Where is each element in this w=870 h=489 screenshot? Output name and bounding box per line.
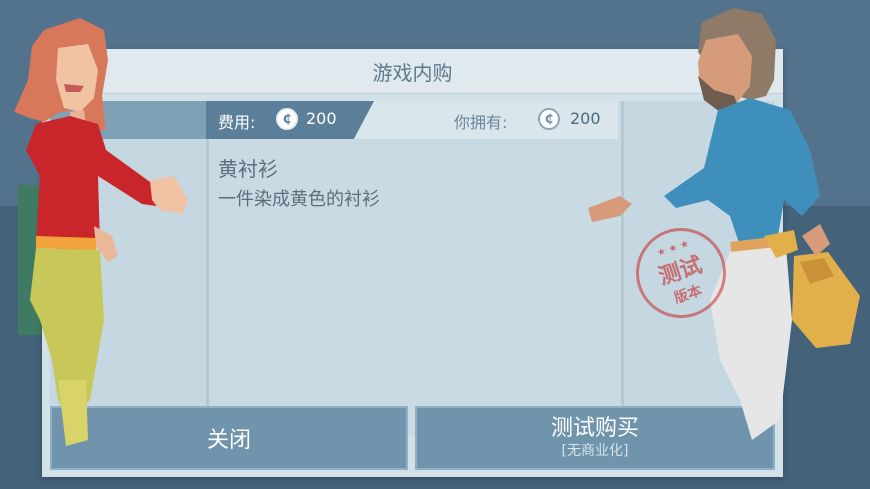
coin-icon: ₵ bbox=[538, 108, 560, 130]
dialog-title: 游戏内购 bbox=[372, 60, 453, 85]
item-panel bbox=[206, 101, 624, 437]
cost-value: 200 bbox=[306, 109, 337, 128]
cost-label: 费用: bbox=[218, 113, 256, 132]
male-character bbox=[588, 8, 860, 440]
female-character bbox=[14, 18, 188, 446]
close-button-label: 关闭 bbox=[206, 428, 251, 453]
owned-label: 你拥有: bbox=[454, 113, 508, 132]
item-name: 黄衬衫 bbox=[218, 157, 278, 181]
coin-icon: ₵ bbox=[276, 108, 298, 130]
item-description: 一件染成黄色的衬衫 bbox=[218, 189, 380, 210]
